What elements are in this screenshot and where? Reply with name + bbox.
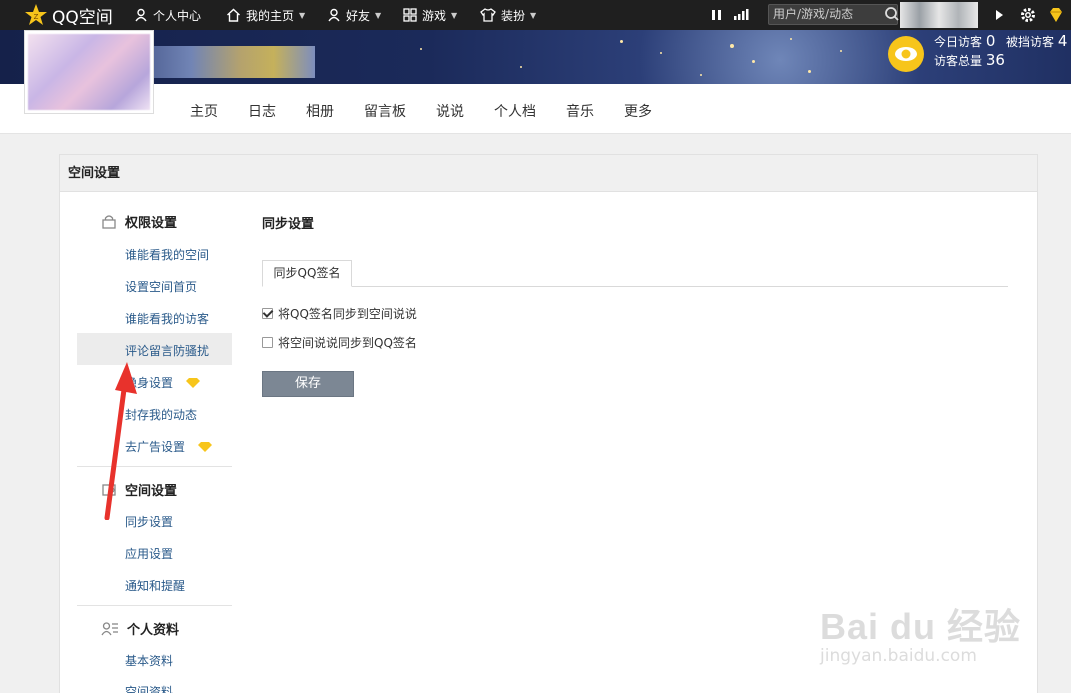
tab-shuoshuo[interactable]: 说说 [436,101,464,121]
watermark-brand: Bai du 经验 [820,606,1022,647]
visitors-today[interactable]: 今日访客 0 [934,32,995,50]
tab-message-board[interactable]: 留言板 [364,101,406,121]
profile-icon [101,622,118,636]
space-nav: 主页 日志 相册 留言板 说说 个人档 音乐 更多 [0,84,1071,134]
home-icon [227,8,240,22]
divider [77,605,232,606]
caret-down-icon: ▼ [530,10,537,20]
tab-sync-qq-signature[interactable]: 同步QQ签名 [262,260,352,287]
top-bar: Z QQ空间 个人中心 我的主页 ▼ 好友 ▼ 游戏 ▼ 装扮 ▼ 用户/游戏/… [0,0,1071,30]
qzone-logo[interactable]: Z QQ空间 [24,2,113,28]
username-blurred [150,46,315,78]
nav-label: 游戏 [422,8,447,23]
diamond-icon [186,377,201,388]
visitor-eye-icon[interactable] [888,36,924,72]
panel-title: 空间设置 [60,155,1037,192]
sidebar-item-who-can-see-visitors[interactable]: 谁能看我的访客 [125,310,209,327]
sidebar-item-app-settings[interactable]: 应用设置 [125,545,173,562]
option-label: 将QQ签名同步到空间说说 [278,307,417,321]
section-permissions[interactable]: 权限设置 [101,212,177,231]
caret-down-icon: ▼ [299,10,306,20]
nav-my-homepage[interactable]: 我的主页 ▼ [226,0,305,30]
gear-icon[interactable] [1019,6,1037,24]
section-title: 权限设置 [125,216,178,231]
user-avatar-blurred[interactable] [900,2,978,28]
diamond-icon[interactable] [1047,6,1065,24]
red-arrow-annotation [104,362,137,520]
sidebar-item-notifications[interactable]: 通知和提醒 [125,577,185,594]
sidebar-item-anti-harassment[interactable]: 评论留言防骚扰 [125,342,209,359]
visitors-total-count: 36 [985,51,1005,69]
tab-music[interactable]: 音乐 [566,101,594,121]
checkbox-unchecked[interactable] [262,337,273,348]
caret-down-icon: ▼ [375,10,382,20]
visitors-today-label: 今日访客 [934,35,983,49]
nav-games[interactable]: 游戏 ▼ [403,0,457,30]
avatar[interactable] [24,30,154,114]
blocked-visitors-count: 4 [1057,32,1068,50]
avatar-image [28,34,150,110]
option-sync-signature-to-shuoshuo[interactable]: 将QQ签名同步到空间说说 [262,305,417,322]
sidebar-item-basic-info[interactable]: 基本资料 [125,652,173,669]
tab-home[interactable]: 主页 [190,101,218,121]
tab-more[interactable]: 更多 [624,101,652,121]
star-logo-icon: Z [25,4,47,25]
blocked-visitors[interactable]: 被挡访客 4 [1006,32,1067,50]
tab-underline [262,286,1008,287]
nav-label: 我的主页 [246,8,295,23]
search-input[interactable]: 用户/游戏/动态 [768,4,898,25]
tab-blog[interactable]: 日志 [248,101,276,121]
lock-icon [102,215,116,229]
diamond-icon [198,441,213,452]
tab-profile[interactable]: 个人档 [494,101,536,121]
blocked-visitors-label: 被挡访客 [1006,35,1055,49]
visitors-today-count: 0 [985,32,996,50]
sidebar-item-set-homepage[interactable]: 设置空间首页 [125,278,197,295]
save-button[interactable]: 保存 [262,371,354,397]
tab-album[interactable]: 相册 [306,101,334,121]
section-title: 个人资料 [127,623,180,638]
person-icon [135,8,147,22]
nav-personal-center[interactable]: 个人中心 [134,0,201,30]
grid-icon [403,8,417,22]
watermark-url: jingyan.baidu.com [820,646,977,666]
arrow-icon[interactable] [992,6,1010,24]
logo-text: QQ空间 [52,7,113,28]
nav-label: 个人中心 [153,8,202,23]
sidebar-item-space-info[interactable]: 空间资料 [125,683,173,693]
nav-dressup[interactable]: 装扮 ▼ [480,0,536,30]
person-icon [328,8,340,22]
caret-down-icon: ▼ [451,10,458,20]
nav-friends[interactable]: 好友 ▼ [327,0,381,30]
signal-icon[interactable] [733,6,751,24]
nav-label: 装扮 [501,8,526,23]
visitors-total-label: 访客总量 [934,54,983,68]
checkbox-checked[interactable] [262,308,273,319]
baidu-jingyan-watermark: Bai du 经验 jingyan.baidu.com [820,578,1020,688]
content-title: 同步设置 [262,217,315,232]
option-label: 将空间说说同步到QQ签名 [278,336,417,350]
svg-text:Z: Z [34,13,39,21]
nav-label: 好友 [346,8,371,23]
section-profile[interactable]: 个人资料 [101,619,179,638]
tshirt-icon [480,8,496,22]
search-icon[interactable] [884,6,900,22]
pause-icon[interactable] [709,6,727,24]
visitors-total[interactable]: 访客总量 36 [934,51,1005,69]
option-sync-shuoshuo-to-signature[interactable]: 将空间说说同步到QQ签名 [262,334,417,351]
sidebar-item-who-can-see-space[interactable]: 谁能看我的空间 [125,246,209,263]
